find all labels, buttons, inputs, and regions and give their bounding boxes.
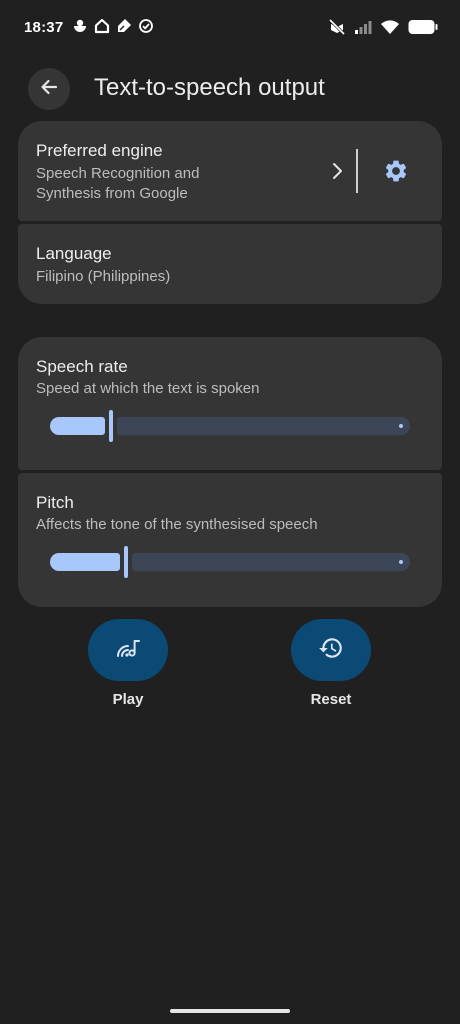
play-action: Play [87,619,169,708]
pitch-title: Pitch [36,493,74,512]
wifi-icon [380,19,400,35]
status-bar: 18:37 [0,0,460,56]
engine-settings-gear-icon[interactable] [380,155,412,187]
language-title: Language [36,244,112,263]
chevron-right-icon[interactable] [328,160,346,182]
reset-action: Reset [290,619,372,708]
language-value: Filipino (Philippines) [36,268,171,285]
play-button[interactable] [88,619,168,681]
reset-button[interactable] [291,619,371,681]
arrow-back-icon [39,77,59,102]
language-card[interactable]: Language Filipino (Philippines) [18,224,442,304]
status-time: 18:37 [24,19,64,36]
page-title: Text-to-speech output [94,74,325,101]
speech-rate-slider-active-track [50,417,105,435]
pitch-slider[interactable] [50,546,410,578]
speech-rate-slider-inactive-track [117,417,410,435]
pitch-slider-inactive-track [132,553,410,571]
back-button[interactable] [28,68,70,110]
gesture-navigation-bar[interactable] [170,1009,290,1013]
play-label: Play [112,691,144,708]
speech-rate-slider-thumb[interactable] [109,410,113,442]
vibrate-off-icon [328,18,346,36]
preferred-engine-subtitle-line1: Speech Recognition and [36,165,200,182]
pitch-slider-thumb[interactable] [124,546,128,578]
play-sound-icon [115,635,141,666]
engine-divider [356,149,358,193]
pitch-subtitle: Affects the tone of the synthesised spee… [36,516,318,533]
chef-hat-icon [72,18,88,34]
speech-rate-subtitle: Speed at which the text is spoken [36,380,260,397]
signal-icon [354,19,372,35]
home-icon [94,18,110,34]
preferred-engine-title: Preferred engine [36,141,163,160]
history-icon [318,635,344,666]
pitch-card: Pitch Affects the tone of the synthesise… [18,473,442,607]
status-left-icons [72,18,154,34]
battery-icon [408,19,438,35]
speech-rate-title: Speech rate [36,357,128,376]
check-circle-icon [138,18,154,34]
pitch-slider-active-track [50,553,120,571]
speech-rate-card: Speech rate Speed at which the text is s… [18,337,442,470]
speech-rate-slider-stop-indicator [399,424,403,428]
diamond-pen-icon [116,18,132,34]
speech-rate-slider[interactable] [50,410,410,442]
reset-label: Reset [310,691,352,708]
status-right-icons [328,18,438,36]
preferred-engine-card[interactable]: Preferred engine Speech Recognition and … [18,121,442,221]
preferred-engine-subtitle-line2: Synthesis from Google [36,185,188,202]
pitch-slider-stop-indicator [399,560,403,564]
